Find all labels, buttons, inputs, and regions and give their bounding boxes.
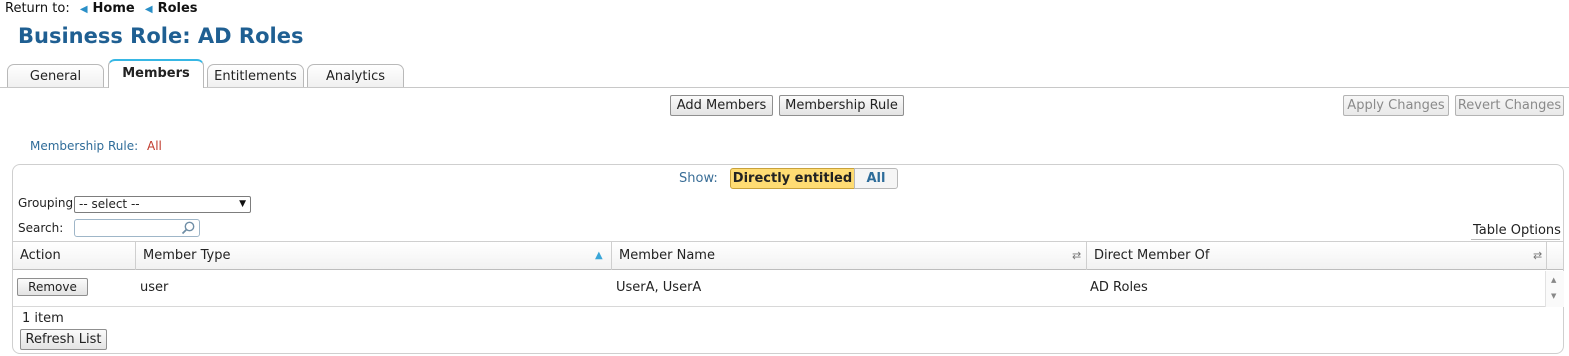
cell-direct-member-of: AD Roles [1090, 280, 1148, 295]
column-divider [1546, 242, 1547, 270]
search-label: Search: [18, 221, 64, 235]
show-directly-entitled-toggle[interactable]: Directly entitled [730, 168, 855, 189]
item-count: 1 item [22, 311, 64, 326]
breadcrumb-link-home[interactable]: Home [93, 1, 135, 16]
triangle-left-icon: ◀ [79, 4, 88, 15]
triangle-left-icon: ◀ [144, 4, 153, 15]
show-all-toggle[interactable]: All [854, 168, 898, 189]
column-divider[interactable] [611, 242, 612, 270]
cell-member-type: user [140, 280, 169, 295]
tab-analytics[interactable]: Analytics [307, 64, 404, 87]
show-label: Show: [679, 171, 718, 186]
column-header-member-name[interactable]: Member Name [619, 241, 715, 270]
refresh-list-button[interactable]: Refresh List [20, 329, 107, 350]
search-input[interactable] [74, 219, 200, 237]
table-row [13, 271, 1545, 307]
tab-entitlements[interactable]: Entitlements [207, 64, 304, 87]
column-header-direct-member-of[interactable]: Direct Member Of [1094, 241, 1209, 270]
sort-icon[interactable]: ⇄ [1533, 241, 1542, 270]
membership-rule-button[interactable]: Membership Rule [779, 95, 904, 116]
grouping-label: Grouping: [18, 196, 78, 210]
page-title: Business Role: AD Roles [18, 24, 304, 48]
grouping-select[interactable]: -- select -- ▼ [74, 196, 251, 213]
table-scrollbar[interactable]: ▲ ▼ [1545, 271, 1564, 307]
breadcrumb-prefix: Return to: [5, 1, 70, 16]
breadcrumb-link-roles[interactable]: Roles [158, 1, 198, 16]
tab-members[interactable]: Members [108, 59, 204, 88]
membership-rule-value: All [147, 139, 162, 153]
grouping-select-value: -- select -- [79, 197, 140, 211]
membership-rule-label: Membership Rule: [30, 139, 139, 153]
apply-changes-button[interactable]: Apply Changes [1343, 95, 1449, 116]
column-header-action[interactable]: Action [20, 241, 61, 270]
tab-general[interactable]: General [7, 64, 104, 87]
add-members-button[interactable]: Add Members [670, 95, 773, 116]
column-header-member-type[interactable]: Member Type [143, 241, 230, 270]
table-header [13, 241, 1563, 270]
caret-down-icon: ▼ [239, 199, 246, 209]
column-divider[interactable] [1086, 242, 1087, 270]
breadcrumb: Return to: ◀ Home ◀ Roles [5, 1, 198, 16]
scroll-up-icon[interactable]: ▲ [1551, 276, 1556, 284]
remove-button[interactable]: Remove [17, 278, 88, 296]
cell-member-name: UserA, UserA [616, 280, 702, 295]
sort-ascending-icon[interactable]: ▲ [595, 241, 603, 270]
table-options-link[interactable]: Table Options [1473, 223, 1561, 238]
table-options-underline [1471, 239, 1560, 240]
scroll-down-icon[interactable]: ▼ [1551, 292, 1556, 300]
column-divider[interactable] [135, 242, 136, 270]
sort-icon[interactable]: ⇄ [1072, 241, 1081, 270]
revert-changes-button[interactable]: Revert Changes [1455, 95, 1564, 116]
